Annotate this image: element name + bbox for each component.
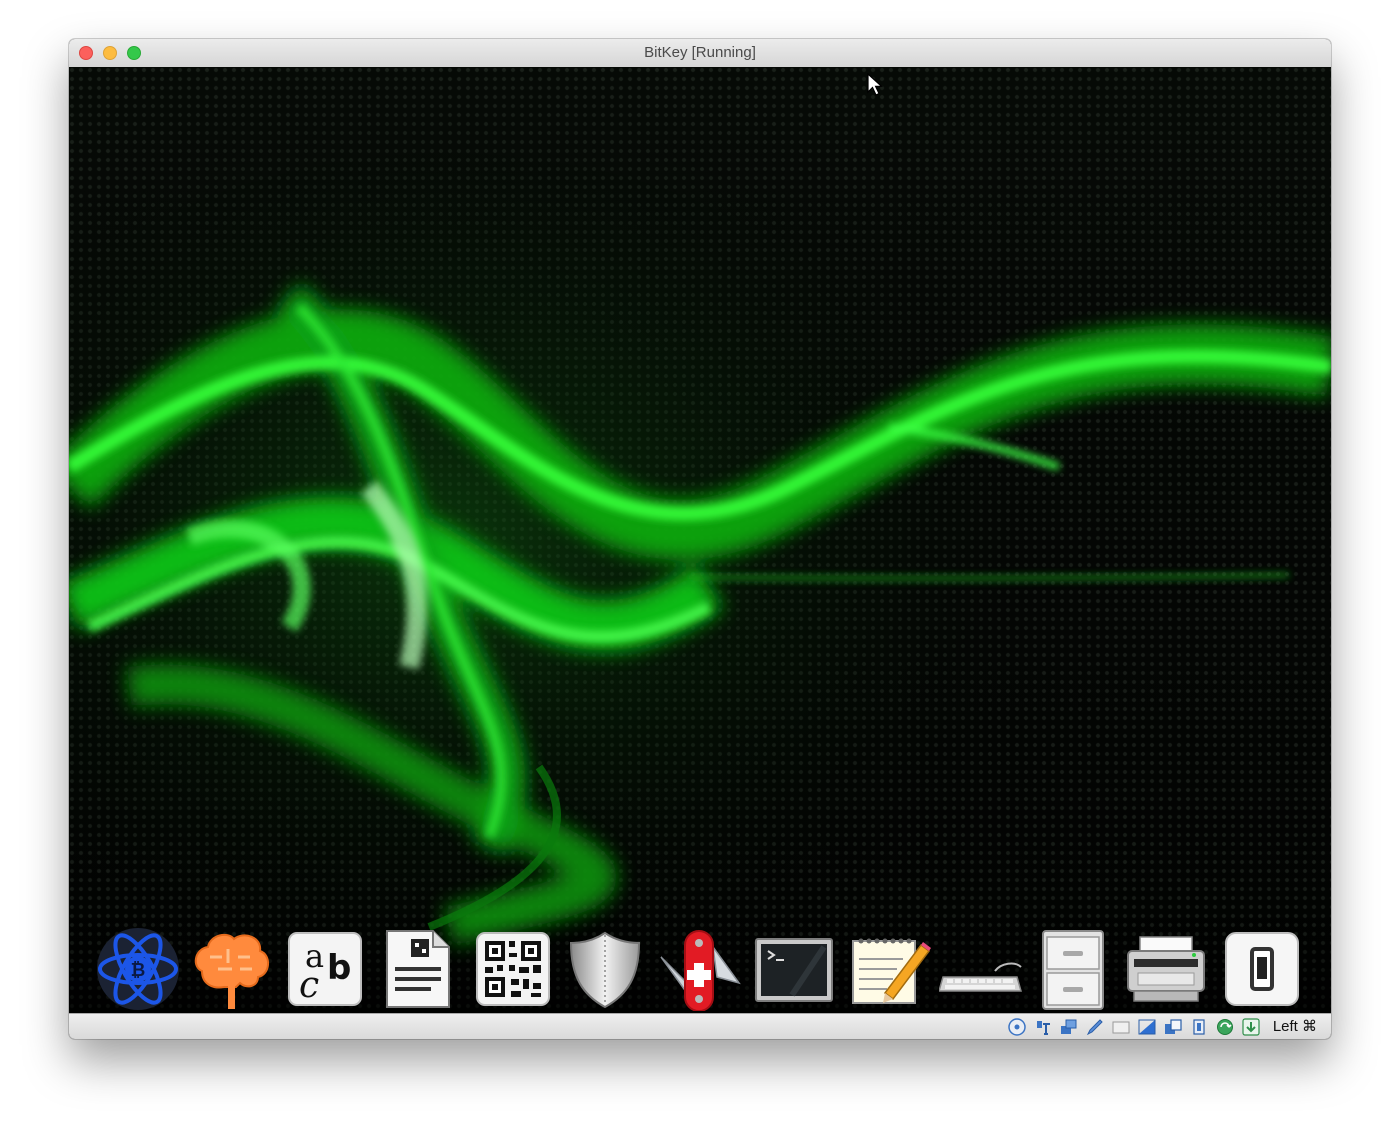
- status-bar: Left ⌘: [69, 1013, 1331, 1039]
- dock-item-keyboard[interactable]: [939, 927, 1023, 1011]
- dock-item-qr-document[interactable]: [375, 927, 459, 1011]
- network-icon[interactable]: [1060, 1018, 1078, 1036]
- text-editor-icon: [852, 938, 931, 1004]
- optical-drive-icon[interactable]: [1008, 1018, 1026, 1036]
- dock-item-power-switch[interactable]: [1220, 927, 1304, 1011]
- dock-item-qr-code[interactable]: [471, 927, 555, 1011]
- qr-document-icon: [386, 930, 450, 1008]
- file-cabinet-icon: [1042, 930, 1104, 1010]
- title-bar[interactable]: BitKey [Running]: [69, 39, 1331, 68]
- mouse-cursor-icon: [867, 73, 883, 96]
- dock-item-printer[interactable]: [1124, 927, 1208, 1011]
- capture-icon[interactable]: [1164, 1018, 1182, 1036]
- screen-icon[interactable]: [1138, 1018, 1156, 1036]
- download-arrow-icon[interactable]: [1242, 1018, 1260, 1036]
- dock-item-text-editor[interactable]: [847, 927, 931, 1011]
- window-title: BitKey [Running]: [644, 44, 756, 61]
- brain-wallet-icon: [194, 933, 269, 1009]
- cpu-icon[interactable]: [1190, 1018, 1208, 1036]
- vm-screen[interactable]: ₿ a b c: [69, 67, 1331, 1013]
- desktop-wallpaper: [69, 67, 1331, 1013]
- dock-item-brain-wallet[interactable]: [188, 927, 272, 1011]
- toggle-switch-icon: [1225, 932, 1299, 1006]
- electrum-bitcoin-icon: ₿: [97, 928, 179, 1010]
- refresh-icon[interactable]: [1216, 1018, 1234, 1036]
- svg-text:₿: ₿: [131, 960, 146, 981]
- vm-window: BitKey [Running] ₿ a b c Left ⌘: [69, 39, 1331, 1039]
- host-key-label: Left ⌘: [1272, 1018, 1317, 1035]
- terminal-icon: [755, 938, 833, 1002]
- keyboard-icon: [939, 962, 1022, 992]
- dock-item-terminal[interactable]: [752, 927, 836, 1011]
- dock-item-file-manager[interactable]: [1031, 927, 1115, 1011]
- dock-item-electrum[interactable]: ₿: [96, 927, 180, 1011]
- dock: ₿ a b c: [69, 917, 1331, 1013]
- shared-folders-icon[interactable]: [1086, 1018, 1104, 1036]
- printer-icon: [1127, 936, 1205, 1002]
- usb-icon[interactable]: [1034, 1018, 1052, 1036]
- display-icon[interactable]: [1112, 1018, 1130, 1036]
- shield-icon: [569, 931, 641, 1009]
- dock-item-font-viewer[interactable]: a b c: [283, 927, 367, 1011]
- abc-font-icon: a b c: [288, 932, 362, 1006]
- qr-code-icon: [476, 932, 550, 1006]
- dock-item-security[interactable]: [563, 927, 647, 1011]
- dock-item-toolkit[interactable]: [657, 927, 741, 1011]
- swiss-knife-icon: [660, 930, 741, 1011]
- svg-text:b: b: [327, 948, 351, 988]
- svg-text:c: c: [299, 965, 319, 1006]
